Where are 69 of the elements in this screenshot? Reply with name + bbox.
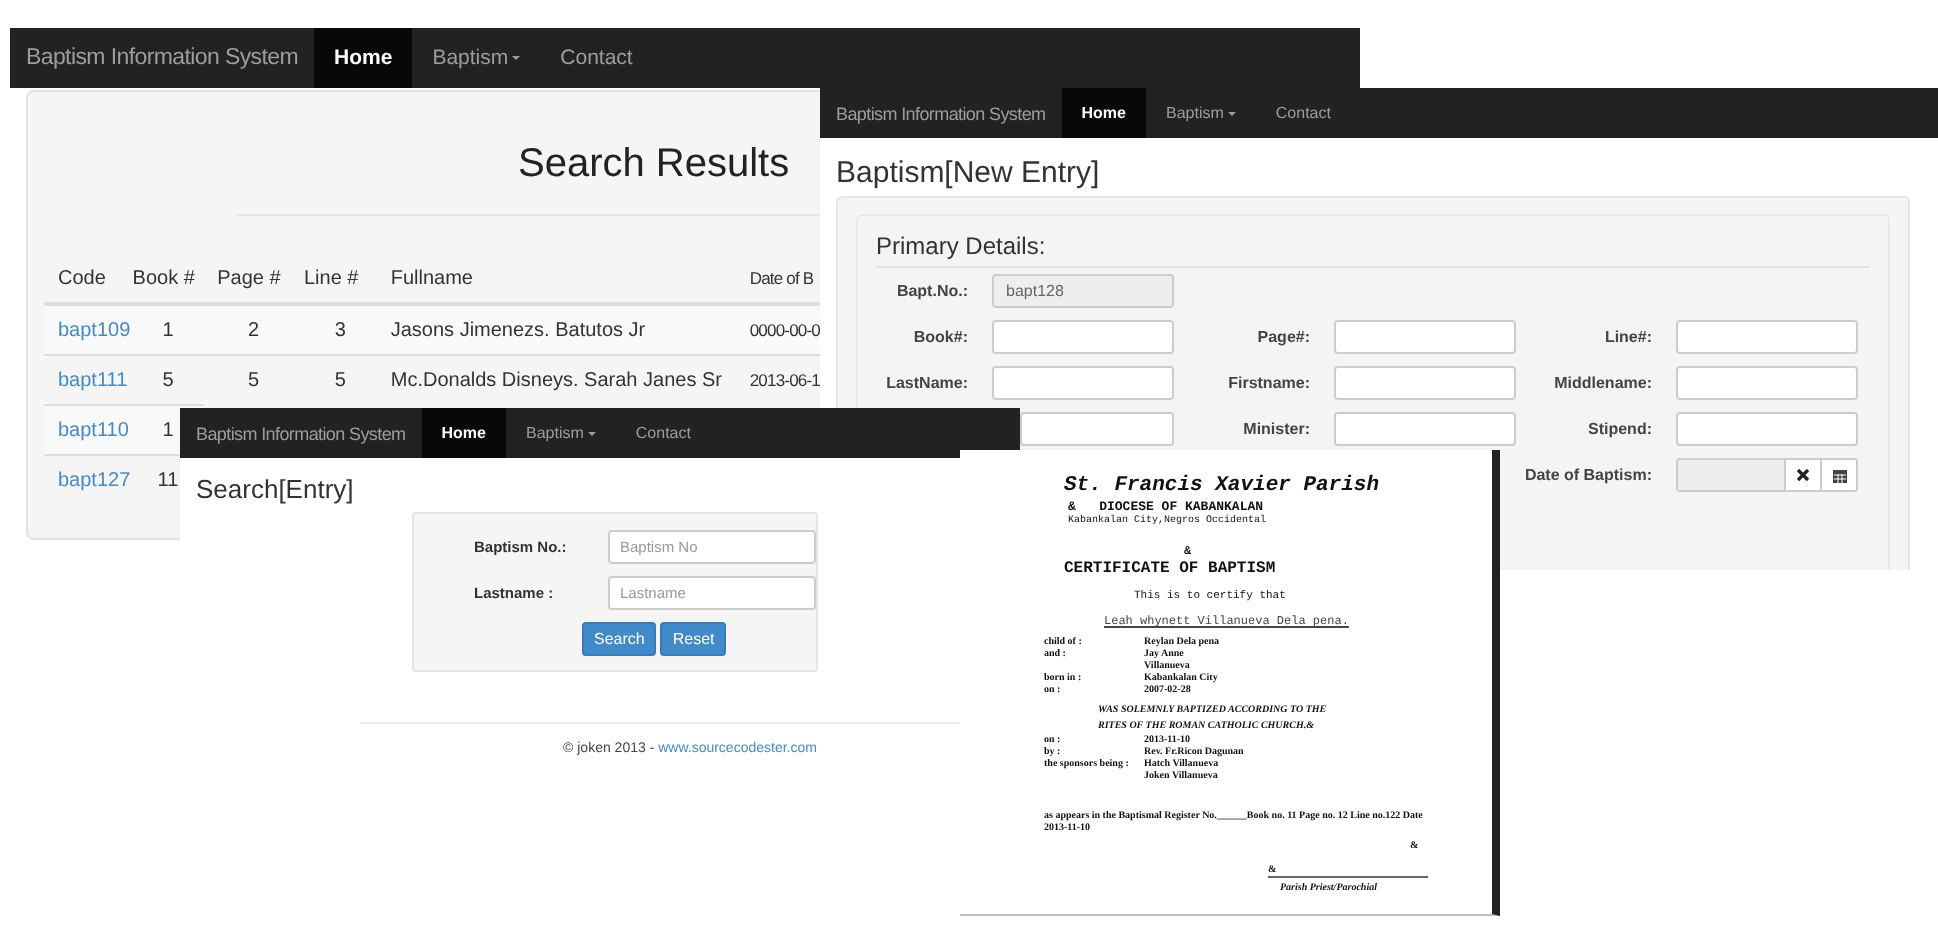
parish-name: St. Francis Xavier Parish: [1062, 474, 1382, 498]
nav-link[interactable]: Baptism: [505, 408, 616, 458]
calendar-button[interactable]: [1820, 460, 1856, 490]
field-label: Page#:: [1255, 328, 1312, 346]
page-heading: Search Results: [518, 140, 790, 188]
input-field[interactable]: [1676, 320, 1858, 354]
column-header: Code: [58, 267, 106, 289]
brand-link[interactable]: Baptism Information System: [180, 408, 422, 458]
column-header: Fullname: [390, 267, 473, 289]
table-cell: 5: [162, 369, 174, 391]
table-cell: 5: [334, 369, 346, 392]
code-link[interactable]: bapt111: [58, 369, 128, 391]
nav-link[interactable]: Home: [421, 408, 506, 458]
code-link[interactable]: bapt110: [58, 419, 129, 441]
field-label: Stipend:: [1586, 420, 1654, 438]
table-cell: Mc.Donalds Disneys. Sarah Janes Sr: [390, 369, 722, 392]
table-cell: 1: [162, 319, 174, 341]
field-label: Middlename:: [1552, 374, 1654, 392]
input-field[interactable]: [1676, 366, 1858, 400]
field-label: Bapt.No.:: [894, 282, 970, 300]
field-label: Date of Baptism:: [1522, 466, 1654, 484]
brand-link[interactable]: Baptism Information System: [820, 88, 1062, 138]
nav-link[interactable]: Contact: [540, 28, 653, 88]
caret-icon: [512, 56, 521, 60]
table-cell: Jasons Jimenezs. Batutos Jr: [390, 319, 646, 341]
nav-link[interactable]: Baptism: [1145, 88, 1256, 138]
table-cell: 2: [248, 319, 260, 341]
code-link[interactable]: bapt109: [58, 319, 131, 341]
column-header: Page #: [217, 267, 281, 289]
caret-icon: [587, 431, 596, 435]
input-field[interactable]: [1676, 412, 1858, 446]
table-cell: 2013-06-1: [749, 370, 820, 391]
nav-link[interactable]: Home: [1061, 88, 1146, 138]
calendar-icon: [1831, 467, 1847, 483]
close-icon: [1796, 468, 1810, 482]
table-cell: 3: [334, 319, 346, 341]
field-label: Firstname:: [1226, 374, 1312, 392]
field-label: Minister:: [1241, 420, 1312, 438]
page-heading: Baptism[New Entry]: [834, 154, 1102, 194]
nav-link[interactable]: Baptism: [412, 28, 541, 88]
nav-link[interactable]: Contact: [615, 408, 711, 458]
input-field[interactable]: [1334, 366, 1516, 400]
field-label: Book#:: [911, 328, 970, 346]
nav-link[interactable]: Contact: [1255, 88, 1351, 138]
clear-button[interactable]: [1784, 460, 1820, 490]
field-label: LastName:: [884, 374, 970, 392]
brand-link[interactable]: Baptism Information System: [10, 28, 315, 88]
search-button[interactable]: Search: [582, 622, 657, 656]
caret-icon: [1227, 111, 1236, 115]
nav-link[interactable]: Home: [314, 28, 413, 88]
certificate-title: CERTIFICATE OF BAPTISM: [1062, 560, 1278, 578]
column-header: Line #: [304, 267, 359, 289]
input-field[interactable]: [1334, 412, 1516, 446]
input-field[interactable]: [1334, 320, 1516, 354]
date-picker[interactable]: [1676, 458, 1858, 492]
table-cell: 1: [162, 419, 174, 441]
reset-button[interactable]: Reset: [660, 622, 727, 656]
table-cell: 11: [157, 469, 179, 491]
code-link[interactable]: bapt127: [58, 469, 131, 491]
field-label: Line#:: [1602, 328, 1654, 346]
column-header: Date of B: [749, 268, 814, 288]
table-cell: 0000-00-0: [749, 320, 820, 340]
input-field[interactable]: [992, 366, 1174, 400]
page-heading: Search[Entry]: [194, 472, 356, 504]
input-field[interactable]: [1020, 412, 1174, 446]
column-header: Book #: [132, 267, 195, 289]
table-cell: 5: [248, 369, 260, 392]
input-field[interactable]: [992, 320, 1174, 354]
section-heading: Primary Details:: [876, 232, 1870, 268]
